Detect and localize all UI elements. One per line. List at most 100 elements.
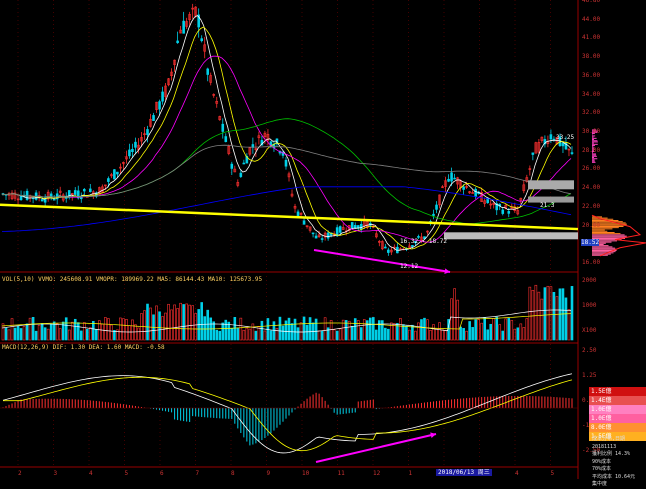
axis-tick: 1000 [582, 302, 596, 309]
volume-bar [56, 324, 58, 340]
volume-bar [74, 319, 76, 340]
volume-bar [487, 330, 489, 340]
volume-bar [95, 330, 97, 340]
volume-bar [243, 330, 245, 340]
candlestick-chart[interactable] [0, 0, 646, 479]
candle-body [83, 189, 85, 191]
volume-bar [318, 331, 320, 340]
volume-bar [294, 319, 296, 340]
volume-bar [505, 319, 507, 340]
volume-bar [219, 331, 221, 340]
volume-bar [571, 286, 573, 340]
x-tick: 5 [551, 470, 555, 477]
volume-bar [128, 326, 130, 340]
candle-body [433, 214, 435, 215]
volume-bar [23, 326, 25, 340]
axis-tick: 34.00 [582, 91, 600, 98]
candle-body [53, 199, 55, 200]
volume-bar [282, 326, 284, 340]
candle-body [475, 189, 477, 196]
candle-body [243, 163, 245, 164]
x-tick: 4 [89, 470, 93, 477]
volume-bar [276, 328, 278, 340]
volume-bar [213, 322, 215, 340]
chip-info-line: 90%成本 [592, 459, 646, 467]
volume-bar [156, 306, 158, 340]
candle-body [357, 226, 359, 228]
volume-bar [417, 323, 419, 340]
volume-bar [303, 317, 305, 340]
volume-bar [47, 329, 49, 340]
volume-bar [273, 322, 275, 340]
volume-bar [177, 309, 179, 340]
volume-bar [363, 320, 365, 340]
x-tick: 3 [54, 470, 58, 477]
axis-tick: 2.50 [582, 347, 596, 354]
volume-bar [183, 304, 185, 340]
volume-bar [565, 298, 567, 340]
volume-bar [466, 331, 468, 340]
chip-info-line: 獲利比例 14.3% [592, 451, 646, 459]
volume-bar [532, 290, 534, 340]
volume-bar [216, 330, 218, 340]
volume-bar [499, 325, 501, 340]
volume-bar [35, 331, 37, 340]
volume-bar [255, 331, 257, 340]
candle-body [339, 227, 341, 233]
volume-bar [457, 300, 459, 340]
volume-bar [336, 331, 338, 340]
volume-bar [544, 288, 546, 340]
volume-bar [261, 321, 263, 340]
volume-bar [526, 319, 528, 340]
volume-bar [71, 322, 73, 340]
volume-bar [508, 318, 510, 340]
volume-bar [517, 328, 519, 340]
volume-bar [159, 312, 161, 340]
volume-bar [143, 311, 145, 340]
candle-body [451, 173, 453, 181]
candle-body [303, 221, 305, 225]
axis-tick: 2000 [582, 277, 596, 284]
volume-bar [475, 320, 477, 340]
volume-bar [463, 328, 465, 340]
candle-body [41, 200, 43, 202]
chip-info-panel: 成本分布,日期 20181113 獲利比例 14.3% 90%成本 70%成本 平均… [592, 436, 646, 489]
volume-bar [541, 299, 543, 340]
volume-bar [119, 318, 121, 340]
x-tick: 9 [267, 470, 271, 477]
volume-header: VOL(5,10) VVMO: 245608.91 VMOPR: 189969.… [2, 276, 262, 283]
volume-bar [110, 325, 112, 340]
axis-tick: 38.00 [582, 53, 600, 60]
candle-body [240, 173, 242, 177]
volume-bar [38, 325, 40, 340]
ma20-line [2, 56, 571, 242]
axis-tick: 26.00 [582, 165, 600, 172]
volume-bar [420, 319, 422, 340]
axis-tick: 36.00 [582, 72, 600, 79]
volume-bar [321, 331, 323, 340]
candle-body [321, 239, 323, 240]
volume-bar [399, 318, 401, 340]
candle-body [116, 172, 118, 174]
price-label-box: 16.32 - 18.72 [400, 238, 447, 245]
price-zone-box [528, 180, 574, 189]
volume-bar [41, 323, 43, 340]
candle-body [285, 160, 287, 166]
volume-bar [445, 330, 447, 340]
macd-header: MACD(12,26,9) DIF: 1.30 DEA: 1.60 MACD: … [2, 344, 165, 351]
candle-body [508, 211, 510, 213]
candle-body [113, 170, 115, 179]
volume-bar [553, 292, 555, 340]
volume-bar [288, 318, 290, 340]
volume-bar [372, 317, 374, 340]
volume-bar [234, 317, 236, 340]
chip-position-item: 1.0E億 [589, 414, 646, 423]
volume-bar [426, 320, 428, 340]
candle-body [128, 150, 130, 156]
x-tick: 1 [409, 470, 413, 477]
volume-bar [17, 326, 19, 340]
volume-bar [523, 327, 525, 340]
volume-bar [279, 317, 281, 340]
price-zone-box [444, 232, 578, 239]
volume-bar [131, 320, 133, 340]
